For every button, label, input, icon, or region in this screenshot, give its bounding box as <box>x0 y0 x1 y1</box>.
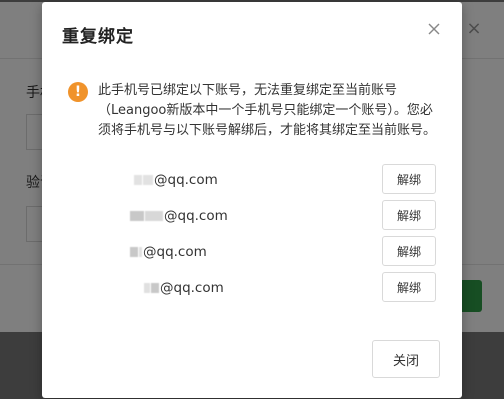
account-email-wrap: @qq.com <box>130 236 207 268</box>
account-row: @qq.com 解绑 <box>94 164 440 196</box>
redacted-mask <box>144 283 150 293</box>
unbind-button[interactable]: 解绑 <box>382 164 436 194</box>
account-email-wrap: @qq.com <box>134 164 218 196</box>
redacted-mask <box>134 175 142 185</box>
account-email-wrap: @qq.com <box>130 200 228 232</box>
warning-message: 此手机号已绑定以下账号，无法重复绑定至当前账号（Leangoo新版本中一个手机号… <box>98 83 437 138</box>
account-email-wrap: @qq.com <box>144 272 224 304</box>
rebind-modal: 重复绑定 ! 此手机号已绑定以下账号，无法重复绑定至当前账号（Leangoo新版… <box>42 2 462 398</box>
modal-title: 重复绑定 <box>62 27 134 47</box>
redacted-mask <box>130 247 138 257</box>
account-row: @qq.com 解绑 <box>94 200 440 232</box>
warning-icon: ! <box>68 82 88 102</box>
account-email: @qq.com <box>154 172 218 188</box>
account-email: @qq.com <box>160 280 224 296</box>
redacted-mask <box>139 247 142 257</box>
redacted-mask <box>145 211 163 221</box>
unbind-button[interactable]: 解绑 <box>382 200 436 230</box>
account-row: @qq.com 解绑 <box>94 272 440 304</box>
redacted-mask <box>151 283 159 293</box>
account-email: @qq.com <box>164 208 228 224</box>
account-row: @qq.com 解绑 <box>94 236 440 268</box>
account-email: @qq.com <box>143 244 207 260</box>
close-icon[interactable] <box>424 19 444 39</box>
redacted-mask <box>130 211 144 221</box>
close-button[interactable]: 关闭 <box>372 340 440 378</box>
unbind-button[interactable]: 解绑 <box>382 236 436 266</box>
redacted-mask <box>143 175 153 185</box>
unbind-button[interactable]: 解绑 <box>382 272 436 302</box>
